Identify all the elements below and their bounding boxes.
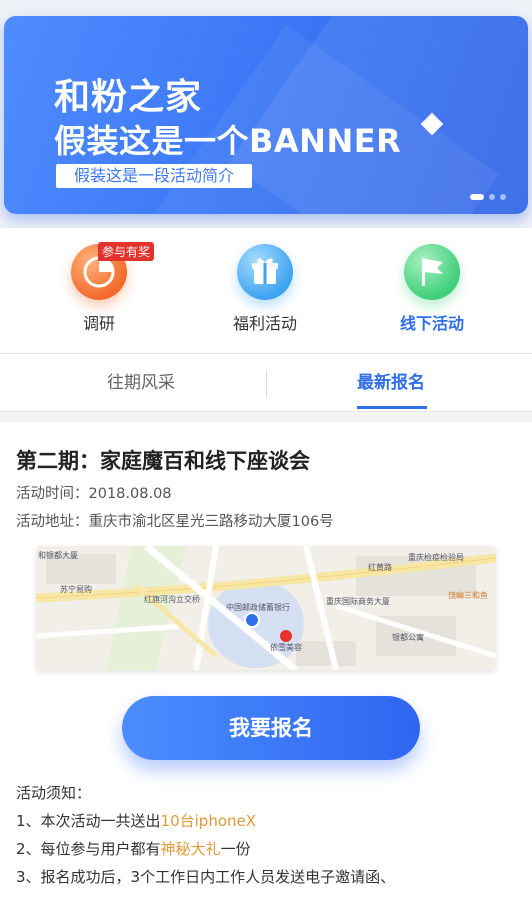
map-label: 重庆检疫检验局 xyxy=(408,552,464,562)
event-address: 活动地址：重庆市渝北区星光三路移动大厦106号 xyxy=(16,510,334,531)
reward-badge: 参与有奖 xyxy=(98,242,155,261)
flag-icon xyxy=(422,258,443,286)
map-label: 饶幽三和鱼 xyxy=(448,590,488,600)
welfare-icon-circle xyxy=(237,244,293,300)
note-text: 2、每位参与用户都有 xyxy=(16,840,161,858)
gift-icon xyxy=(252,258,278,284)
carousel-dot[interactable] xyxy=(489,194,495,200)
banner-area: 和粉之家 假装这是一个BANNER 假装这是一段活动简介 xyxy=(0,0,532,228)
map-label: 红旗河沟立交桥 xyxy=(144,594,200,604)
carousel-dot[interactable] xyxy=(500,194,506,200)
map-label: 银都公寓 xyxy=(392,632,424,642)
signup-button[interactable]: 我要报名 xyxy=(122,696,420,760)
category-label: 线下活动 xyxy=(399,314,464,333)
tab-past-events[interactable]: 往期风采 xyxy=(8,354,274,412)
note-highlight: 神秘大礼 xyxy=(160,840,221,858)
banner-title: 和粉之家 xyxy=(54,77,203,118)
map-label: 中国邮政储蓄银行 xyxy=(226,602,290,612)
event-address-value: 重庆市渝北区星光三路移动大厦106号 xyxy=(88,514,334,530)
tab-active-underline xyxy=(357,406,427,409)
subtab-bar: 往期风采 最新报名 xyxy=(0,354,532,412)
banner-headline: 假装这是一个BANNER xyxy=(54,122,402,160)
carousel-dot-active[interactable] xyxy=(470,194,484,200)
note-highlight: 10台iphoneX xyxy=(160,812,257,830)
event-time-value: 2018.08.08 xyxy=(88,486,172,502)
map-label: 苏宁易购 xyxy=(60,584,92,594)
event-time-label: 活动时间： xyxy=(16,486,89,502)
map-label: 重庆国际商务大厦 xyxy=(326,596,390,606)
banner-subtitle: 假装这是一段活动简介 xyxy=(56,164,253,188)
event-title: 第二期：家庭魔百和线下座谈会 xyxy=(16,449,310,473)
map-label: 依雪美容 xyxy=(270,642,302,652)
category-label: 调研 xyxy=(82,314,115,333)
note-text: 一份 xyxy=(220,840,251,858)
event-time: 活动时间：2018.08.08 xyxy=(16,482,172,503)
category-label: 福利活动 xyxy=(232,314,297,333)
note-text: 1、本次活动一共送出 xyxy=(16,812,161,830)
notes-title: 活动须知： xyxy=(16,784,92,802)
category-nav: 调研 参与有奖 福利活动 线下活动 xyxy=(0,228,532,354)
category-welfare[interactable]: 福利活动 xyxy=(205,244,325,334)
section-gap xyxy=(0,412,532,422)
map-label: 红黄路 xyxy=(368,562,392,572)
event-address-label: 活动地址： xyxy=(16,514,89,530)
offline-icon-circle xyxy=(404,244,460,300)
promo-banner[interactable]: 和粉之家 假装这是一个BANNER 假装这是一段活动简介 xyxy=(4,16,528,214)
category-offline[interactable]: 线下活动 xyxy=(372,244,492,334)
tab-latest-signup[interactable]: 最新报名 xyxy=(258,354,524,412)
note-item: 2、每位参与用户都有神秘大礼一份 xyxy=(16,838,251,859)
note-item: 1、本次活动一共送出10台iphoneX xyxy=(16,810,256,831)
note-text: 3、报名成功后，3个工作日内工作人员发送电子邀请函、 xyxy=(16,868,396,886)
location-map[interactable]: 和银都大厦 苏宁易购 红旗河沟立交桥 中国邮政储蓄银行 依雪美容 重庆国际商务大… xyxy=(36,546,496,670)
map-label: 和银都大厦 xyxy=(38,550,78,560)
carousel-indicator xyxy=(470,194,506,200)
note-item: 3、报名成功后，3个工作日内工作人员发送电子邀请函、 xyxy=(16,866,395,887)
